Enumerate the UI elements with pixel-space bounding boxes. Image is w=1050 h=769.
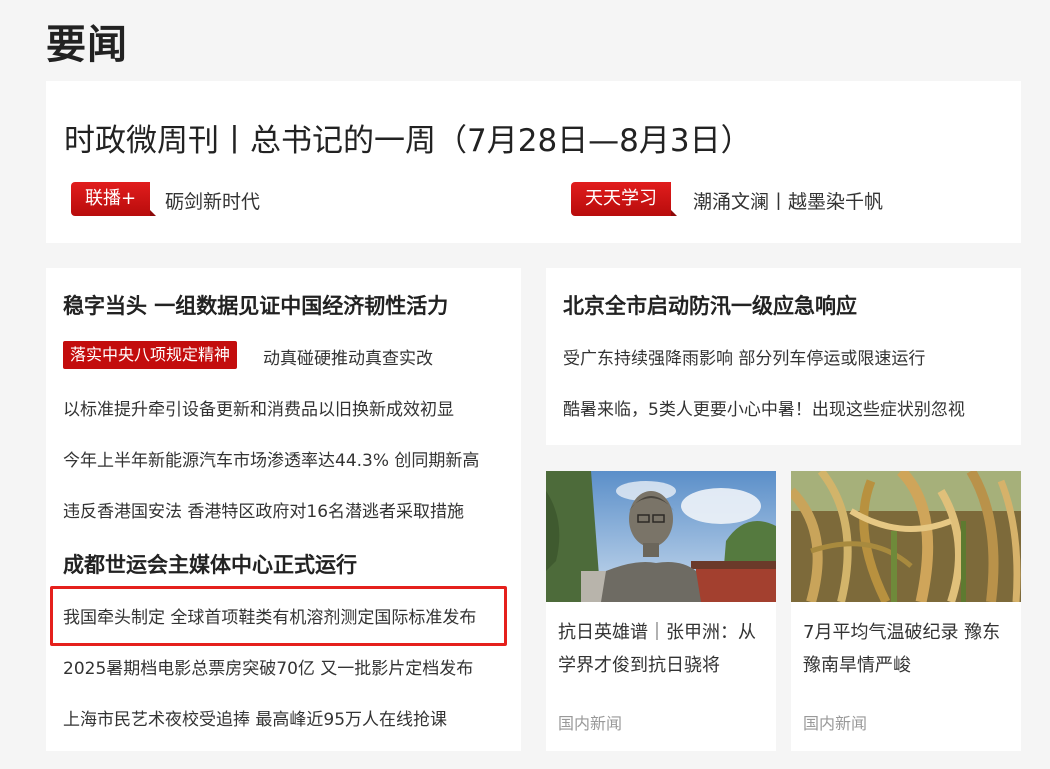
featured-headline[interactable]: 时政微周刊丨总书记的一周（7月28日—8月3日） bbox=[64, 115, 752, 160]
right-news-card: 北京全市启动防汛一级应急响应 受广东持续强降雨影响 部分列车停运或限速运行 酷暑… bbox=[546, 268, 1021, 445]
news-link[interactable]: 上海市民艺术夜校受追捧 最高峰近95万人在线抢课 bbox=[63, 705, 447, 730]
featured-card: 时政微周刊丨总书记的一周（7月28日—8月3日） 联播+ 砺剑新时代 天天学习 … bbox=[46, 81, 1021, 243]
news-link[interactable]: 2025暑期档电影总票房突破70亿 又一批影片定档发布 bbox=[63, 654, 473, 679]
tiantian-xuexi-link[interactable]: 潮涌文澜丨越墨染千帆 bbox=[693, 187, 883, 214]
eight-rules-label[interactable]: 落实中央八项规定精神 bbox=[63, 341, 238, 369]
news-link[interactable]: 酷暑来临，5类人更要小心中暑！出现这些症状别忽视 bbox=[563, 395, 965, 420]
news-link[interactable]: 受广东持续强降雨影响 部分列车停运或限速运行 bbox=[563, 344, 925, 369]
dry-corn-photo[interactable] bbox=[791, 471, 1021, 602]
block-title-flood[interactable]: 北京全市启动防汛一级应急响应 bbox=[563, 290, 857, 320]
news-link[interactable]: 以标准提升牵引设备更新和消费品以旧换新成效初显 bbox=[63, 395, 454, 420]
news-link[interactable]: 违反香港国安法 香港特区政府对16名潜逃者采取措施 bbox=[63, 497, 464, 522]
block-title-world-games[interactable]: 成都世运会主媒体中心正式运行 bbox=[63, 549, 357, 579]
left-news-card: 稳字当头 一组数据见证中国经济韧性活力 落实中央八项规定精神 动真碰硬推动真查实… bbox=[46, 268, 521, 751]
news-link[interactable]: 今年上半年新能源汽车市场渗透率达44.3% 创同期新高 bbox=[63, 446, 479, 471]
lianbo-link[interactable]: 砺剑新时代 bbox=[165, 187, 260, 214]
card-source: 国内新闻 bbox=[558, 714, 623, 733]
tiantian-xuexi-tag[interactable]: 天天学习 bbox=[571, 182, 677, 216]
news-link[interactable]: 动真碰硬推动真查实改 bbox=[263, 344, 433, 369]
card-source: 国内新闻 bbox=[803, 714, 868, 733]
lianbo-tag[interactable]: 联播+ bbox=[71, 182, 157, 216]
image-card[interactable]: 抗日英雄谱｜张甲洲：从学界才俊到抗日骁将 国内新闻 bbox=[546, 471, 776, 751]
card-caption[interactable]: 7月平均气温破纪录 豫东豫南旱情严峻 bbox=[803, 616, 1009, 682]
news-link-highlighted[interactable]: 我国牵头制定 全球首项鞋类有机溶剂测定国际标准发布 bbox=[63, 603, 476, 628]
card-caption[interactable]: 抗日英雄谱｜张甲洲：从学界才俊到抗日骁将 bbox=[558, 616, 764, 682]
image-card[interactable]: 7月平均气温破纪录 豫东豫南旱情严峻 国内新闻 bbox=[791, 471, 1021, 751]
block-title-economy[interactable]: 稳字当头 一组数据见证中国经济韧性活力 bbox=[63, 290, 448, 320]
bust-statue-photo[interactable] bbox=[546, 471, 776, 602]
section-title: 要闻 bbox=[46, 22, 128, 68]
